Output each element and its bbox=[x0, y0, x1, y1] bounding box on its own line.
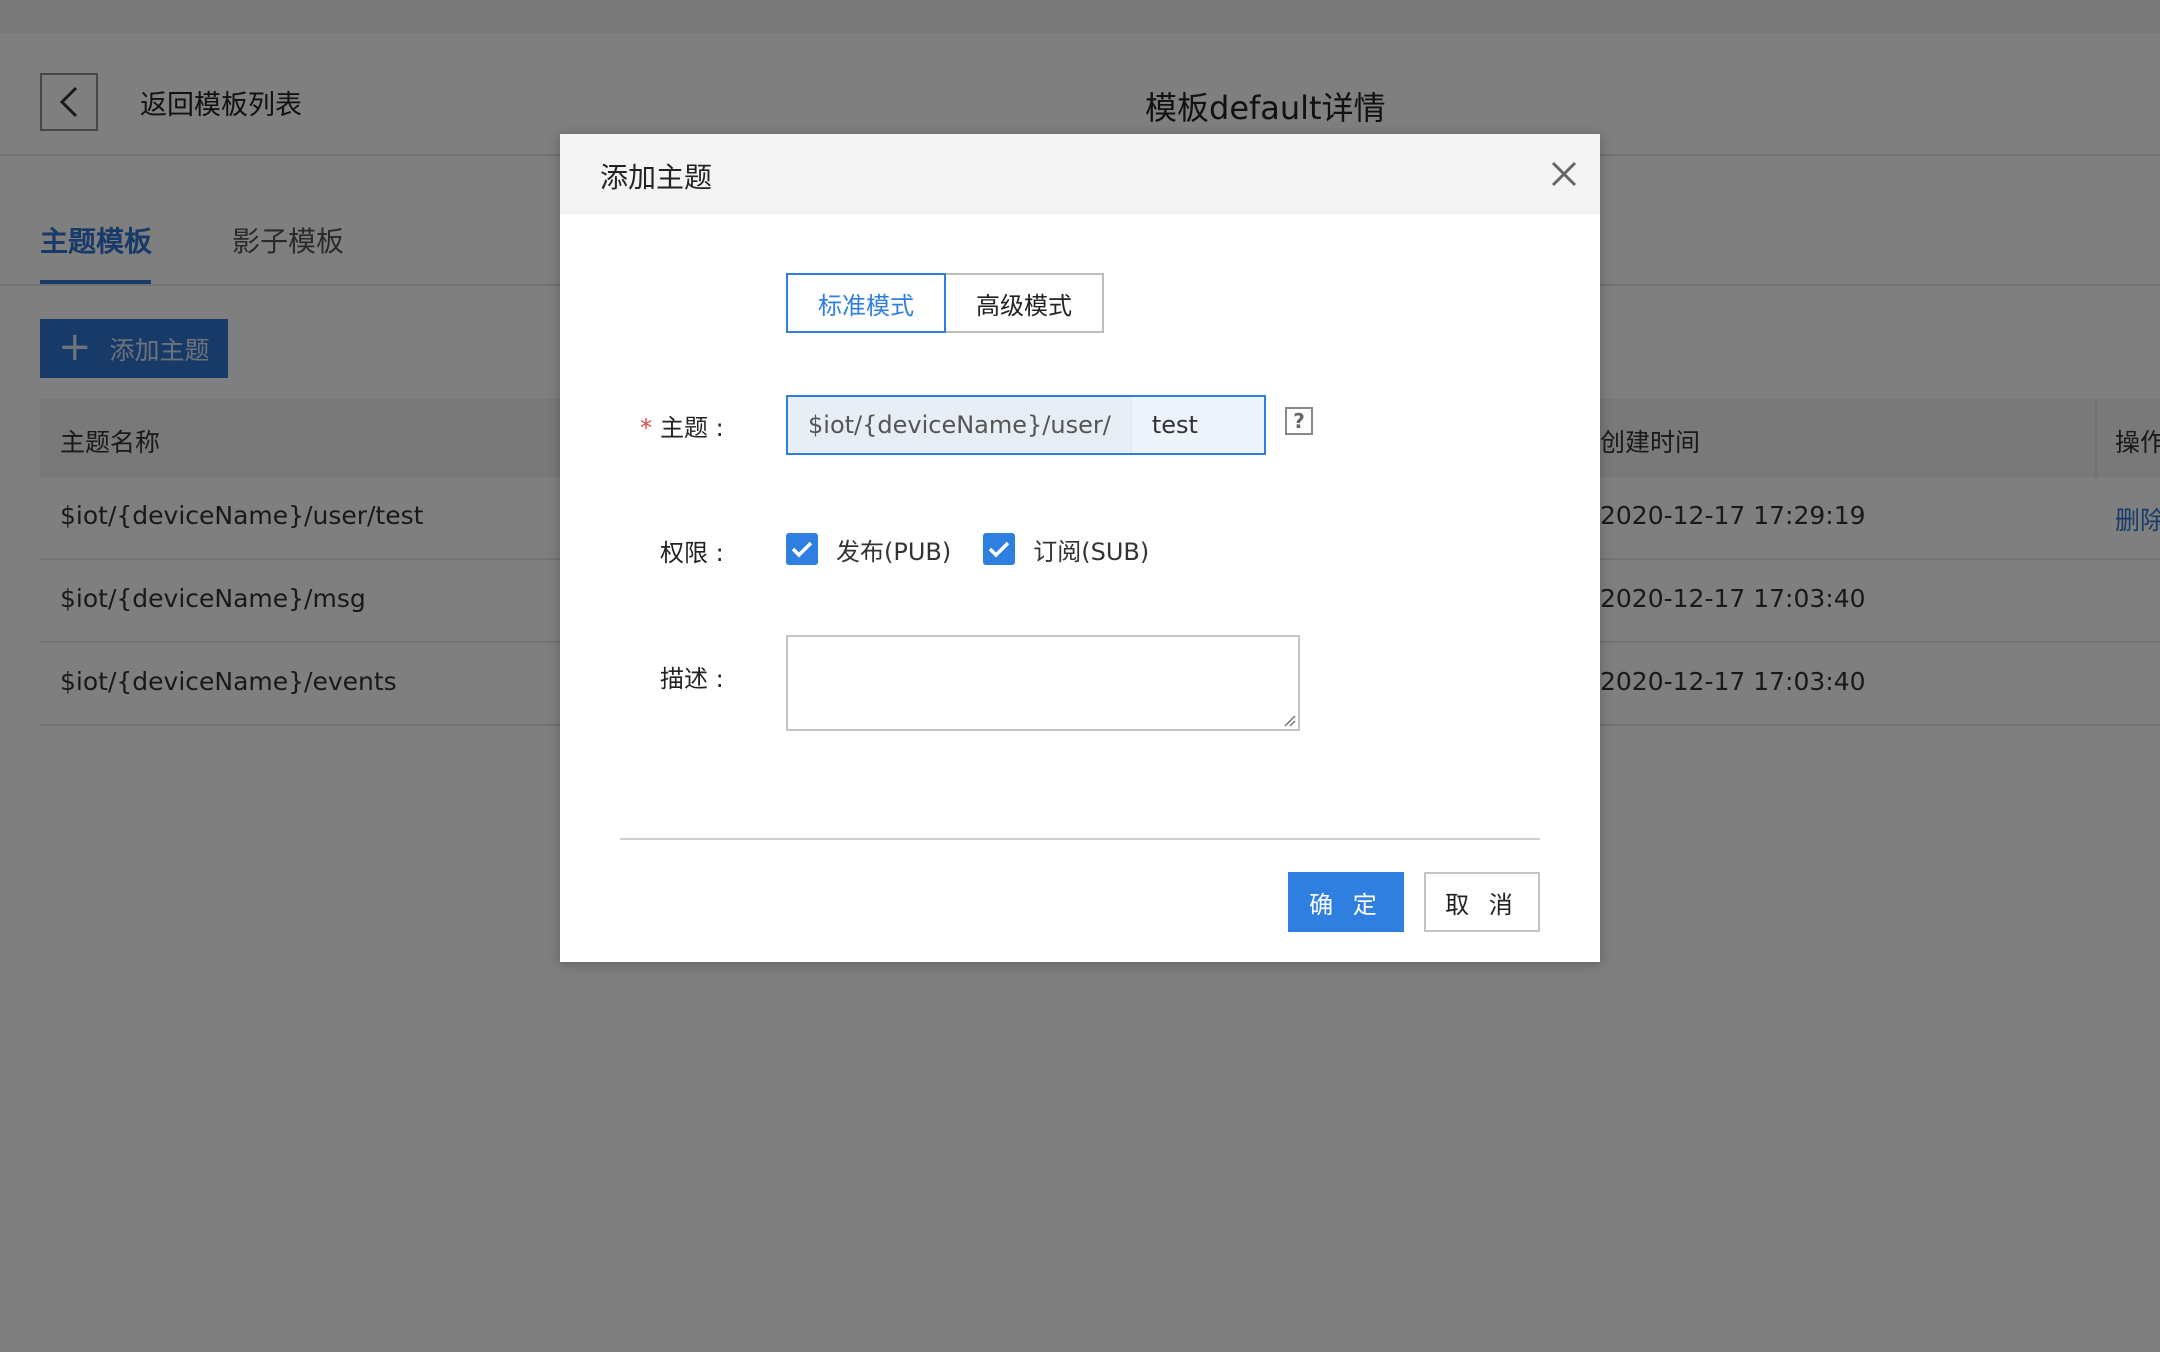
sub-label[interactable]: 订阅(SUB) bbox=[1033, 532, 1149, 567]
standard-mode-button[interactable]: 标准模式 bbox=[786, 273, 946, 333]
description-textarea[interactable] bbox=[786, 635, 1300, 731]
required-marker: * bbox=[640, 414, 652, 442]
pub-label[interactable]: 发布(PUB) bbox=[836, 532, 951, 567]
cancel-button[interactable]: 取 消 bbox=[1424, 872, 1540, 932]
topic-input[interactable]: $iot/{deviceName}/user/ test bbox=[786, 395, 1266, 455]
close-button[interactable] bbox=[1544, 154, 1584, 194]
permission-label: 权限 : bbox=[660, 539, 724, 567]
topic-value-field[interactable]: test bbox=[1131, 397, 1264, 453]
add-topic-dialog: 添加主题 标准模式 高级模式 * 主题 : $iot/{deviceName}/u… bbox=[560, 134, 1600, 962]
dialog-footer-divider bbox=[620, 838, 1540, 840]
pub-checkbox[interactable] bbox=[786, 533, 818, 565]
description-label: 描述 : bbox=[660, 665, 724, 693]
topic-label-text: 主题 : bbox=[660, 414, 724, 442]
dialog-header: 添加主题 bbox=[560, 134, 1600, 214]
resize-handle-icon[interactable] bbox=[1282, 713, 1296, 727]
topic-prefix: $iot/{deviceName}/user/ bbox=[788, 397, 1132, 453]
help-icon[interactable]: ? bbox=[1285, 407, 1313, 435]
advanced-mode-button[interactable]: 高级模式 bbox=[946, 273, 1104, 333]
dialog-title: 添加主题 bbox=[600, 161, 713, 194]
mode-switch: 标准模式 高级模式 bbox=[786, 273, 1104, 333]
permission-group: 发布(PUB) 订阅(SUB) bbox=[786, 532, 1181, 566]
confirm-button[interactable]: 确 定 bbox=[1288, 872, 1404, 932]
close-icon bbox=[1551, 161, 1577, 187]
checkmark-icon bbox=[988, 541, 1010, 558]
sub-checkbox[interactable] bbox=[983, 533, 1016, 565]
checkmark-icon bbox=[791, 541, 813, 558]
topic-label: * 主题 : bbox=[640, 408, 724, 443]
